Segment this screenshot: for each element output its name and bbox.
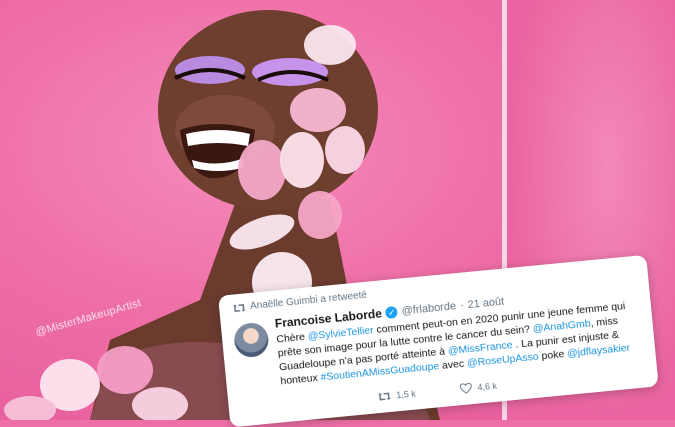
retweet-button[interactable]: 1,5 k [378, 388, 416, 404]
like-button[interactable]: 4,6 k [459, 380, 497, 396]
tweet-text: poke [538, 347, 568, 363]
retweet-icon [233, 303, 246, 312]
separator-dot: · [459, 299, 465, 312]
tweet-text: avec [438, 357, 468, 373]
tweet-date[interactable]: 21 août [467, 296, 505, 311]
like-count: 4,6 k [477, 380, 498, 393]
heart-icon [459, 382, 472, 394]
avatar[interactable] [232, 321, 270, 359]
retweet-icon [378, 392, 391, 401]
author-handle[interactable]: @frlaborde [401, 300, 456, 317]
verified-icon: ✓ [385, 305, 399, 319]
retweet-count: 1,5 k [395, 388, 417, 401]
tweet-actions: 1,5 k 4,6 k [378, 380, 498, 403]
tweet-text: honteux [279, 371, 322, 388]
